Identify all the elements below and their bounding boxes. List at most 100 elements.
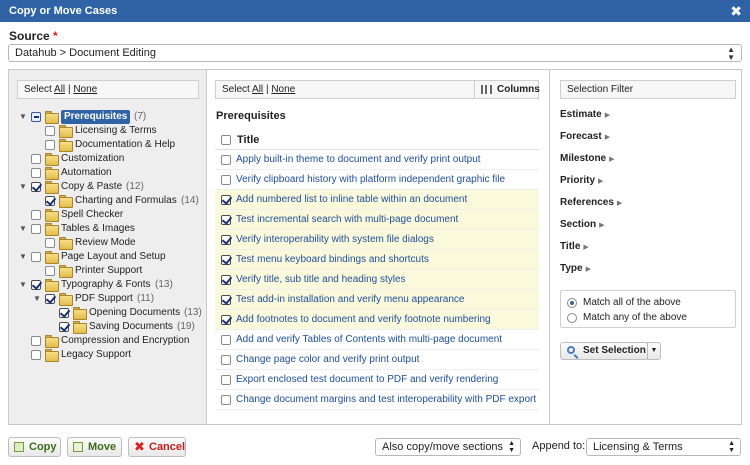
match-any-radio[interactable] bbox=[567, 313, 577, 323]
filter-item[interactable]: Type ▶ bbox=[560, 262, 591, 276]
source-select[interactable]: Datahub > Document Editing ▲ ▼ bbox=[8, 44, 742, 62]
tree-node-label[interactable]: Charting and Formulas bbox=[75, 194, 177, 208]
case-checkbox[interactable] bbox=[221, 175, 231, 185]
cases-select-all-link[interactable]: All bbox=[252, 84, 263, 95]
tree-node-checkbox[interactable] bbox=[31, 112, 41, 122]
move-button[interactable]: Move bbox=[67, 437, 122, 457]
filter-item[interactable]: Priority ▶ bbox=[560, 174, 603, 188]
tree-node-label[interactable]: Typography & Fonts bbox=[61, 278, 151, 292]
tree-node-checkbox[interactable] bbox=[31, 210, 41, 220]
tree-node-checkbox[interactable] bbox=[31, 350, 41, 360]
tree-node[interactable]: Automation bbox=[9, 166, 207, 180]
case-checkbox[interactable] bbox=[221, 335, 231, 345]
case-title-link[interactable]: Verify clipboard history with platform i… bbox=[236, 174, 505, 185]
tree-node[interactable]: Review Mode bbox=[9, 236, 207, 250]
tree-expand-icon[interactable]: ▼ bbox=[33, 292, 41, 306]
select-all-checkbox[interactable] bbox=[221, 135, 231, 145]
case-checkbox[interactable] bbox=[221, 215, 231, 225]
tree-select-none-link[interactable]: None bbox=[73, 84, 97, 95]
case-checkbox[interactable] bbox=[221, 355, 231, 365]
tree-expand-icon[interactable]: ▼ bbox=[19, 278, 27, 292]
tree-node[interactable]: Spell Checker bbox=[9, 208, 207, 222]
set-selection-button[interactable]: Set Selection bbox=[560, 342, 648, 360]
tree-node[interactable]: Legacy Support bbox=[9, 348, 207, 362]
case-title-link[interactable]: Add footnotes to document and verify foo… bbox=[236, 314, 491, 325]
tree-node-label[interactable]: Tables & Images bbox=[61, 222, 135, 236]
sections-option-select[interactable]: Also copy/move sections ▲ ▼ bbox=[375, 438, 521, 456]
tree-node-label[interactable]: Copy & Paste bbox=[61, 180, 122, 194]
tree-node[interactable]: Charting and Formulas (14) bbox=[9, 194, 207, 208]
tree-node-label[interactable]: Spell Checker bbox=[61, 208, 123, 222]
tree-node-checkbox[interactable] bbox=[31, 252, 41, 262]
tree-node[interactable]: ▼ Tables & Images bbox=[9, 222, 207, 236]
tree-node-checkbox[interactable] bbox=[45, 238, 55, 248]
tree-node[interactable]: Opening Documents (13) bbox=[9, 306, 207, 320]
filter-item[interactable]: Milestone ▶ bbox=[560, 152, 615, 166]
tree-node-checkbox[interactable] bbox=[31, 182, 41, 192]
tree-node-checkbox[interactable] bbox=[31, 336, 41, 346]
tree-expand-icon[interactable]: ▼ bbox=[19, 250, 27, 264]
tree-expand-icon[interactable]: ▼ bbox=[19, 222, 27, 236]
case-title-link[interactable]: Verify interoperability with system file… bbox=[236, 234, 434, 245]
tree-node-checkbox[interactable] bbox=[59, 308, 69, 318]
tree-node-label[interactable]: PDF Support bbox=[75, 292, 133, 306]
case-checkbox[interactable] bbox=[221, 235, 231, 245]
filter-item[interactable]: Title ▶ bbox=[560, 240, 589, 254]
cases-select-none-link[interactable]: None bbox=[271, 84, 295, 95]
tree-node-label[interactable]: Opening Documents bbox=[89, 306, 180, 320]
tree-node-checkbox[interactable] bbox=[45, 126, 55, 136]
tree-node[interactable]: ▼ Prerequisites (7) bbox=[9, 110, 207, 124]
tree-node-label[interactable]: Documentation & Help bbox=[75, 138, 175, 152]
tree-node-checkbox[interactable] bbox=[31, 280, 41, 290]
tree-node-checkbox[interactable] bbox=[45, 266, 55, 276]
tree-node[interactable]: Customization bbox=[9, 152, 207, 166]
tree-node-label[interactable]: Printer Support bbox=[75, 264, 142, 278]
filter-item[interactable]: Section ▶ bbox=[560, 218, 605, 232]
case-checkbox[interactable] bbox=[221, 315, 231, 325]
cancel-button[interactable]: ✖ Cancel bbox=[128, 437, 186, 457]
tree-node[interactable]: ▼ PDF Support (11) bbox=[9, 292, 207, 306]
tree-node[interactable]: Licensing & Terms bbox=[9, 124, 207, 138]
tree-node-checkbox[interactable] bbox=[45, 140, 55, 150]
tree-node[interactable]: ▼ Page Layout and Setup bbox=[9, 250, 207, 264]
tree-node-label[interactable]: Review Mode bbox=[75, 236, 136, 250]
tree-node[interactable]: Printer Support bbox=[9, 264, 207, 278]
tree-node-label[interactable]: Prerequisites bbox=[61, 110, 131, 124]
tree-node[interactable]: ▼ Copy & Paste (12) bbox=[9, 180, 207, 194]
case-title-link[interactable]: Change page color and verify print outpu… bbox=[236, 354, 419, 365]
case-checkbox[interactable] bbox=[221, 275, 231, 285]
filter-item[interactable]: Forecast ▶ bbox=[560, 130, 610, 144]
tree-node-checkbox[interactable] bbox=[59, 322, 69, 332]
case-title-link[interactable]: Test add-in installation and verify menu… bbox=[236, 294, 464, 305]
case-title-link[interactable]: Test incremental search with multi-page … bbox=[236, 214, 458, 225]
tree-node-label[interactable]: Page Layout and Setup bbox=[61, 250, 166, 264]
tree-node-checkbox[interactable] bbox=[45, 294, 55, 304]
tree-expand-icon[interactable]: ▼ bbox=[19, 180, 27, 194]
columns-button[interactable]: Columns bbox=[474, 81, 540, 98]
set-selection-dropdown[interactable]: ▼ bbox=[647, 342, 661, 360]
tree-node-checkbox[interactable] bbox=[31, 154, 41, 164]
tree-node[interactable]: Compression and Encryption bbox=[9, 334, 207, 348]
tree-node-label[interactable]: Compression and Encryption bbox=[61, 334, 189, 348]
case-title-link[interactable]: Apply built-in theme to document and ver… bbox=[236, 154, 481, 165]
append-to-select[interactable]: Licensing & Terms ▲ ▼ bbox=[586, 438, 741, 456]
case-title-link[interactable]: Add and verify Tables of Contents with m… bbox=[236, 334, 502, 345]
tree-node[interactable]: Saving Documents (19) bbox=[9, 320, 207, 334]
copy-button[interactable]: Copy bbox=[8, 437, 61, 457]
close-icon[interactable]: ✖ bbox=[730, 0, 742, 22]
case-checkbox[interactable] bbox=[221, 295, 231, 305]
case-checkbox[interactable] bbox=[221, 255, 231, 265]
tree-node[interactable]: ▼ Typography & Fonts (13) bbox=[9, 278, 207, 292]
case-title-link[interactable]: Verify title, sub title and heading styl… bbox=[236, 274, 406, 285]
case-checkbox[interactable] bbox=[221, 395, 231, 405]
tree-node-checkbox[interactable] bbox=[45, 196, 55, 206]
tree-node-label[interactable]: Legacy Support bbox=[61, 348, 131, 362]
tree-select-all-link[interactable]: All bbox=[54, 84, 65, 95]
case-title-link[interactable]: Export enclosed test document to PDF and… bbox=[236, 374, 498, 385]
tree-expand-icon[interactable]: ▼ bbox=[19, 110, 27, 124]
match-all-radio[interactable] bbox=[567, 298, 577, 308]
tree-node[interactable]: Documentation & Help bbox=[9, 138, 207, 152]
tree-node-label[interactable]: Customization bbox=[61, 152, 124, 166]
filter-item[interactable]: Estimate ▶ bbox=[560, 108, 610, 122]
tree-node-checkbox[interactable] bbox=[31, 168, 41, 178]
